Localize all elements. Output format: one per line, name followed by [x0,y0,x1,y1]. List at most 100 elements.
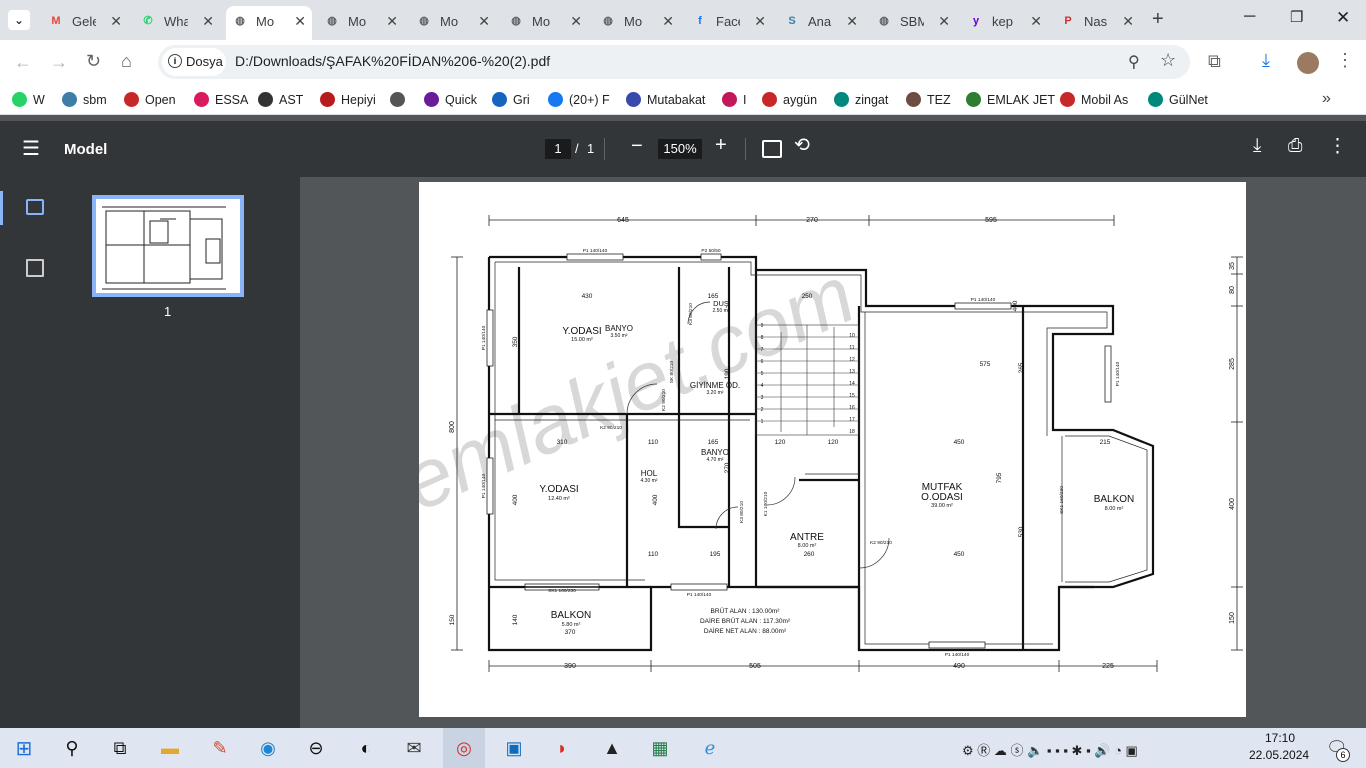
fit-page-icon[interactable] [762,140,782,158]
home-icon[interactable]: ⌂ [121,51,132,72]
restore-button[interactable]: ❐ [1290,8,1303,26]
back-icon[interactable]: ← [14,52,32,73]
bookmark-item[interactable]: Mobil As [1060,92,1128,107]
bookmark-item[interactable]: zingat [834,92,888,107]
outline-icon[interactable] [26,259,44,277]
bookmark-item[interactable]: aygün [762,92,817,107]
close-tab-icon[interactable]: ✕ [478,13,490,30]
app-icon[interactable]: ◐ [352,734,380,762]
thumbnail-page-label: 1 [164,304,172,319]
zoom-level-input[interactable]: 150% [658,139,702,159]
browser-tab[interactable]: ◍ Mo ✕ [416,8,500,34]
more-bookmarks-icon[interactable]: » [1322,90,1331,108]
hamburger-menu-icon[interactable]: ☰ [22,136,40,161]
zoom-in-icon[interactable]: + [715,134,727,157]
reload-icon[interactable]: ↻ [86,51,101,72]
new-tab-button[interactable]: + [1152,8,1164,31]
thumbnails-icon[interactable] [26,199,44,215]
page-number-input[interactable]: 1 [545,139,571,159]
page-thumbnail[interactable] [92,195,244,297]
mail-icon[interactable]: ✉ [400,734,428,762]
bookmark-item[interactable]: (20+) F [548,92,610,107]
chrome-icon[interactable]: ◎ [450,734,478,762]
extensions-icon[interactable]: ⧉ [1208,51,1221,72]
page-total: 1 [587,141,595,156]
bookmark-item[interactable] [390,92,411,107]
print-icon[interactable]: ⎙ [1288,135,1302,156]
app-icon[interactable]: ◗ [548,734,576,762]
bookmark-item[interactable]: Quick [424,92,477,107]
close-tab-icon[interactable]: ✕ [846,13,858,30]
address-bar[interactable]: i Dosya D:/Downloads/ŞAFAK%20FİDAN%206-%… [158,45,1190,79]
site-info-chip[interactable]: i Dosya [162,48,226,76]
close-tab-icon[interactable]: ✕ [202,13,214,30]
bookmark-item[interactable]: Gri [492,92,530,107]
more-actions-icon[interactable]: ⋮ [1328,135,1347,158]
browser-tab[interactable]: P Nas ✕ [1060,8,1144,34]
close-tab-icon[interactable]: ✕ [1030,13,1042,30]
bookmark-item[interactable]: ESSA [194,92,248,107]
close-tab-icon[interactable]: ✕ [386,13,398,30]
search-icon[interactable]: ⚲ [58,734,86,762]
browser-tab[interactable]: ◍ Mo ✕ [324,8,408,34]
file-explorer-icon[interactable]: ▬ [156,734,184,762]
excel-icon[interactable]: ▦ [646,734,674,762]
bookmark-item[interactable]: Hepiyi [320,92,376,107]
close-window-button[interactable]: ✕ [1336,8,1350,28]
bookmark-favicon-icon [194,92,209,107]
forward-icon[interactable]: → [50,52,68,73]
start-icon[interactable]: ⊞ [10,734,38,762]
url-text[interactable]: D:/Downloads/ŞAFAK%20FİDAN%206-%20(2).pd… [235,53,550,69]
room-name: HOL [641,469,658,478]
close-tab-icon[interactable]: ✕ [1122,13,1134,30]
browser-tab[interactable]: ✆ Wha ✕ [140,8,224,34]
profile-avatar[interactable] [1297,52,1319,74]
zoom-out-icon[interactable]: − [631,135,643,158]
bookmark-item[interactable]: TEZ [906,92,951,107]
browser-tab[interactable]: ◍ SBM ✕ [876,8,960,34]
app-icon[interactable]: ⊖ [302,734,330,762]
bookmark-item[interactable]: sbm [62,92,107,107]
clock-date[interactable]: 22.05.2024 [1249,748,1309,762]
tray-icons[interactable]: ⚙ Ⓡ ☁ ⓢ 🔈 ▪ ▪ ▪ ✱ ▪ 🔊 ◔ ▣ [962,740,1138,759]
minimize-button[interactable]: ─ [1244,8,1255,26]
browser-tab[interactable]: ◍ Mo ✕ [600,8,684,34]
clock-time[interactable]: 17:10 [1253,731,1295,745]
tab-title: Mo [532,13,551,29]
bookmark-item[interactable]: AST [258,92,303,107]
close-tab-icon[interactable]: ✕ [938,13,950,30]
close-tab-icon[interactable]: ✕ [110,13,122,30]
svg-text:5: 5 [761,371,764,377]
rotate-icon[interactable]: ⟲ [794,134,810,157]
paint-icon[interactable]: ✎ [206,734,234,762]
zoom-icon[interactable]: ⚲ [1128,52,1140,72]
bookmark-star-icon[interactable]: ☆ [1160,50,1176,71]
close-tab-icon[interactable]: ✕ [754,13,766,30]
close-tab-icon[interactable]: ✕ [570,13,582,30]
browser-tab[interactable]: ◍ Mo ✕ [232,8,316,34]
tab-search-button[interactable]: ⌄ [8,10,30,30]
photos-icon[interactable]: ▲ [598,734,626,762]
task-view-icon[interactable]: ⧉ [106,734,134,762]
outlook-icon[interactable]: ▣ [500,734,528,762]
internet-explorer-icon[interactable]: ℯ [696,734,724,762]
browser-tab[interactable]: ◍ Mo ✕ [508,8,592,34]
bookmark-item[interactable]: W [12,92,45,107]
download-icon[interactable]: ⤓ [1262,50,1270,71]
close-tab-icon[interactable]: ✕ [662,13,674,30]
close-tab-icon[interactable]: ✕ [294,13,306,30]
room-name: Y.ODASI [539,484,578,495]
browser-tab[interactable]: f Face ✕ [692,8,776,34]
bookmark-item[interactable]: I [722,92,746,107]
bookmark-item[interactable]: Open [124,92,176,107]
browser-tab[interactable]: S Ana ✕ [784,8,868,34]
bookmark-item[interactable]: GülNet [1148,92,1208,107]
browser-tab[interactable]: y kep ✕ [968,8,1052,34]
edge-icon[interactable]: ◉ [254,734,282,762]
pdf-download-icon[interactable]: ⤓ [1253,135,1261,157]
browser-tab[interactable]: M Gele ✕ [48,8,132,34]
tab-title: Ana [808,13,832,29]
bookmark-item[interactable]: EMLAK JET [966,92,1055,107]
bookmark-item[interactable]: Mutabakat [626,92,705,107]
menu-icon[interactable]: ⋮ [1336,50,1354,71]
